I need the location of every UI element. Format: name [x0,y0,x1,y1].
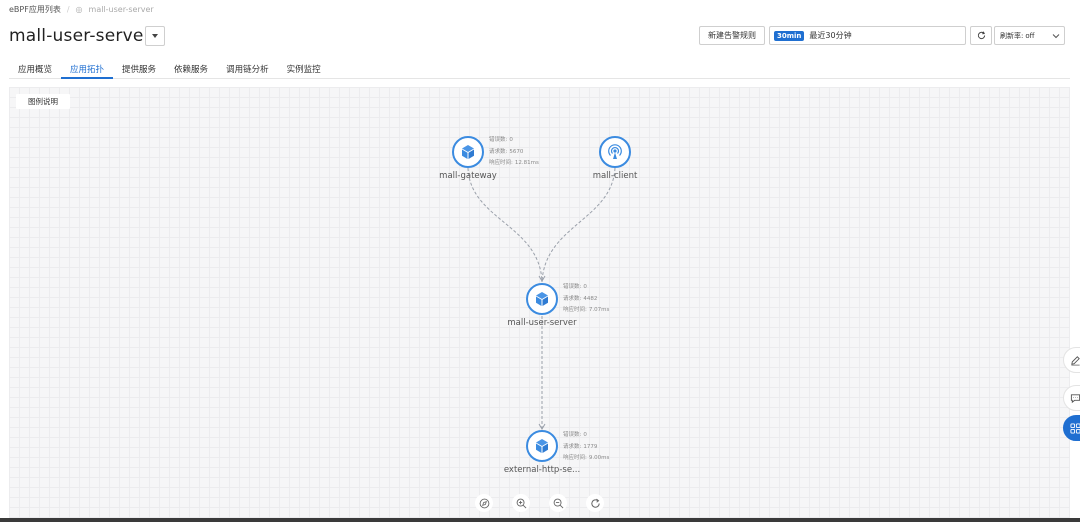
stat-latency-label: 响应时间: [563,307,587,313]
stat-latency-value: 12.81ms [514,160,539,166]
node-external-http-service[interactable] [526,430,558,462]
zoom-out-icon [553,498,563,508]
stat-error-value: 0 [583,284,587,290]
node-mall-client[interactable] [599,136,631,168]
compass-icon [479,498,489,508]
node-stats-mall-user-server: 错误数: 0 请求数: 4482 响应时间: 7.07ms [563,282,609,317]
cube-icon [462,145,474,159]
stat-latency-label: 响应时间: [489,160,513,166]
legend-button[interactable]: 图例说明 [16,94,70,109]
node-stats-external-http-service: 错误数: 0 请求数: 1779 响应时间: 9.00ms [563,430,609,465]
apps-grid-icon [1070,422,1080,434]
stat-error-value: 0 [509,137,513,143]
stat-error-label: 错误数: [563,432,582,438]
fit-view-button[interactable] [475,494,493,512]
edge-client-to-user-server [541,167,616,283]
stat-latency-value: 9.00ms [588,455,610,461]
stat-request-value: 1779 [583,443,598,450]
node-label-external-http-service: external-http-se... [503,465,581,475]
stat-request-label: 请求数: [563,295,582,302]
node-label-mall-client: mall-client [592,171,638,181]
stat-request-label: 请求数: [489,148,508,155]
stat-latency-value: 7.07ms [588,307,610,313]
chat-icon [1070,393,1080,403]
stat-request-value: 5670 [509,148,524,155]
edit-icon [1071,355,1080,365]
stat-request-label: 请求数: [563,443,582,450]
node-mall-gateway[interactable] [452,136,484,168]
reset-view-button[interactable] [586,494,604,512]
zoom-controls [475,494,604,512]
stat-latency-label: 响应时间: [563,455,587,461]
stat-error-label: 错误数: [563,284,582,290]
node-mall-user-server[interactable] [526,283,558,315]
edge-gateway-to-user-server [467,167,543,283]
stat-error-value: 0 [583,432,587,438]
broadcast-icon [608,144,622,159]
zoom-in-button[interactable] [512,494,530,512]
zoom-out-button[interactable] [549,494,567,512]
stat-error-label: 错误数: [489,137,508,143]
cube-icon [536,439,548,453]
node-stats-mall-gateway: 错误数: 0 请求数: 5670 响应时间: 12.81ms [489,135,539,170]
reset-icon [590,498,600,508]
cube-icon [536,292,548,306]
window-bottom-edge [0,518,1080,522]
node-label-mall-user-server: mall-user-server [507,318,577,328]
app-page: eBPF应用列表 / ◎ mall-user-server mall-user-… [0,0,1080,522]
node-label-mall-gateway: mall-gateway [439,171,497,181]
stat-request-value: 4482 [583,295,598,302]
zoom-in-icon [516,498,526,508]
